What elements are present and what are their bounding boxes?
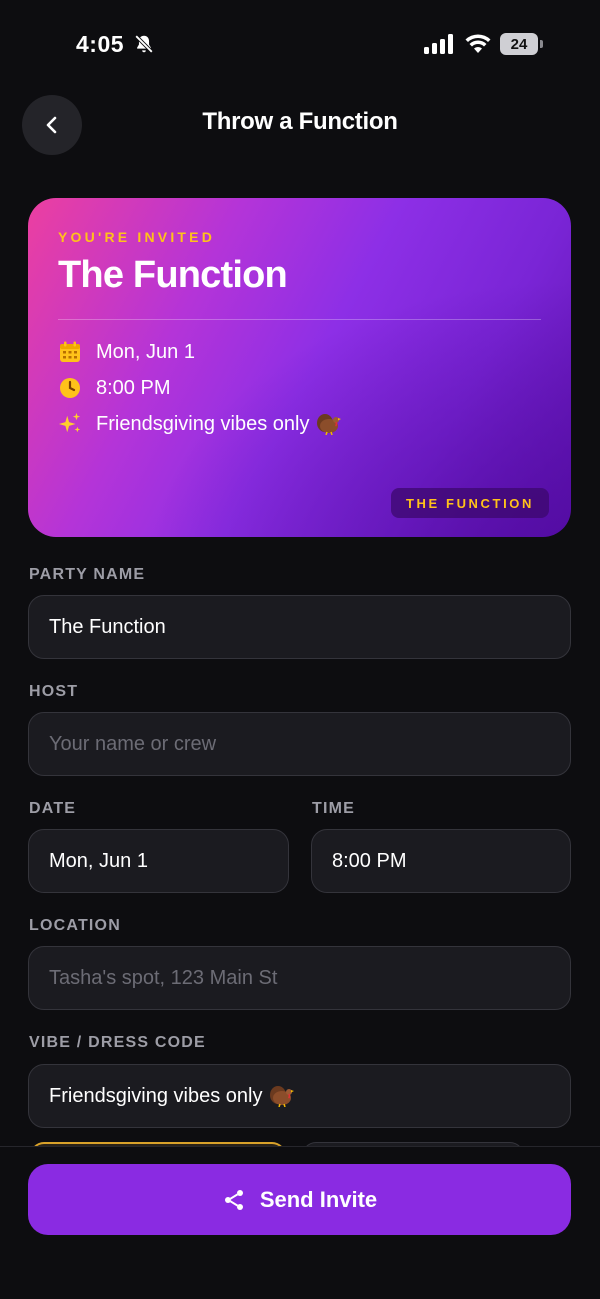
- party-name-value: The Function: [49, 615, 166, 638]
- page-title: Throw a Function: [202, 108, 398, 135]
- send-invite-button[interactable]: Send Invite: [28, 1164, 571, 1235]
- turkey-emoji-icon: [317, 414, 342, 435]
- card-vibe: Friendsgiving vibes only: [96, 412, 310, 435]
- share-icon: [224, 1189, 243, 1210]
- party-name-label: PARTY NAME: [29, 566, 146, 583]
- location-placeholder: Tasha's spot, 123 Main St: [49, 966, 278, 989]
- status-time: 4:05: [76, 31, 125, 57]
- clock-icon: [60, 378, 80, 398]
- card-eyebrow: YOU'RE INVITED: [58, 229, 216, 245]
- battery-level: 24: [500, 33, 538, 55]
- battery-tip: [540, 40, 543, 48]
- turkey-emoji-icon: [270, 1086, 295, 1107]
- send-invite-label: Send Invite: [259, 1186, 378, 1212]
- party-name-input[interactable]: The Function: [28, 595, 571, 659]
- wifi-icon: [465, 34, 491, 53]
- status-bar: 4:05 24: [0, 0, 600, 90]
- vibe-input[interactable]: Friendsgiving vibes only: [28, 1064, 571, 1128]
- location-input[interactable]: Tasha's spot, 123 Main St: [28, 946, 571, 1010]
- card-time-row: 8:00 PM: [58, 374, 170, 402]
- time-value: 8:00 PM: [332, 849, 407, 872]
- date-input[interactable]: Mon, Jun 1: [28, 829, 289, 893]
- card-time: 8:00 PM: [96, 376, 171, 399]
- signal-icon: [424, 34, 453, 54]
- bell-slash-icon: [134, 34, 154, 54]
- date-value: Mon, Jun 1: [49, 849, 148, 872]
- invite-preview-card: YOU'RE INVITED The Function Mon, Jun 1 8…: [28, 198, 571, 537]
- sparkles-icon: [58, 412, 81, 433]
- battery-icon: 24: [500, 33, 544, 55]
- calendar-icon: [60, 341, 80, 362]
- time-label: TIME: [312, 800, 356, 817]
- host-label: HOST: [29, 683, 79, 700]
- host-placeholder: Your name or crew: [49, 732, 217, 755]
- card-divider: [58, 319, 541, 320]
- vibe-value: Friendsgiving vibes only: [49, 1084, 263, 1107]
- card-vibe-row: Friendsgiving vibes only: [58, 410, 342, 438]
- card-date-row: Mon, Jun 1: [58, 338, 195, 366]
- card-title: The Function: [58, 254, 288, 296]
- vibe-label: VIBE / DRESS CODE: [29, 1034, 206, 1051]
- card-date: Mon, Jun 1: [96, 340, 195, 363]
- time-input[interactable]: 8:00 PM: [311, 829, 571, 893]
- card-badge: THE FUNCTION: [391, 488, 549, 518]
- host-input[interactable]: Your name or crew: [28, 712, 571, 776]
- date-label: DATE: [29, 800, 77, 817]
- location-label: LOCATION: [29, 917, 121, 934]
